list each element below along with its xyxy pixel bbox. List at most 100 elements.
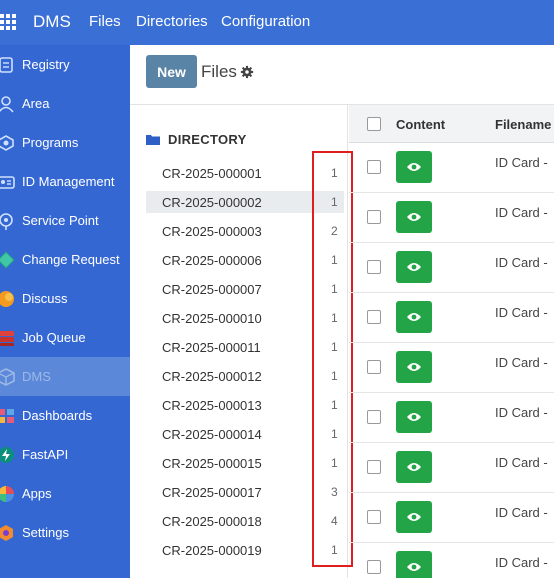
menu-directories[interactable]: Directories <box>136 13 208 30</box>
sidebar-item-label: FastAPI <box>22 447 69 462</box>
area-icon <box>0 95 14 113</box>
directory-item-name: CR-2025-000017 <box>162 484 262 500</box>
sidebar-item-id-management[interactable]: ID Management <box>0 162 130 201</box>
app-brand[interactable]: DMS <box>33 12 71 32</box>
eye-icon <box>407 313 421 321</box>
table-row[interactable]: ID Card - <box>349 143 554 193</box>
new-button[interactable]: New <box>146 55 197 88</box>
view-content-button[interactable] <box>396 251 432 283</box>
eye-icon <box>407 413 421 421</box>
view-content-button[interactable] <box>396 501 432 533</box>
view-content-button[interactable] <box>396 201 432 233</box>
sidebar-item-discuss[interactable]: Discuss <box>0 279 130 318</box>
menu-configuration[interactable]: Configuration <box>221 13 310 30</box>
sidebar-item-change-request[interactable]: Change Request <box>0 240 130 279</box>
eye-icon <box>407 263 421 271</box>
filename-cell: ID Card - <box>495 555 548 570</box>
top-navbar: DMS Files Directories Configuration <box>0 0 554 45</box>
sidebar-item-dms[interactable]: DMS <box>0 357 130 396</box>
table-row[interactable]: ID Card - <box>349 393 554 443</box>
sidebar-item-settings[interactable]: Settings <box>0 513 130 552</box>
sidebar-item-registry[interactable]: Registry <box>0 45 130 84</box>
sidebar-item-programs[interactable]: Programs <box>0 123 130 162</box>
table-row[interactable]: ID Card - <box>349 343 554 393</box>
column-header-filename[interactable]: Filename <box>495 117 551 132</box>
directory-item-name: CR-2025-000010 <box>162 310 262 326</box>
sidebar-item-area[interactable]: Area <box>0 84 130 123</box>
job-queue-icon <box>0 330 14 346</box>
sidebar-item-label: Settings <box>22 525 69 540</box>
sidebar-item-label: Discuss <box>22 291 68 306</box>
control-panel: New Files <box>130 45 554 105</box>
column-header-content[interactable]: Content <box>396 117 445 132</box>
apps-grid-icon[interactable] <box>0 14 16 30</box>
row-checkbox[interactable] <box>367 410 381 424</box>
directory-item-name: CR-2025-000014 <box>162 426 262 442</box>
eye-icon <box>407 363 421 371</box>
row-checkbox[interactable] <box>367 210 381 224</box>
programs-icon <box>0 134 14 151</box>
row-checkbox[interactable] <box>367 510 381 524</box>
select-all-checkbox[interactable] <box>367 117 381 131</box>
row-checkbox[interactable] <box>367 260 381 274</box>
sidebar-item-job-queue[interactable]: Job Queue <box>0 318 130 357</box>
breadcrumb: Files <box>201 62 237 81</box>
table-row[interactable]: ID Card - <box>349 243 554 293</box>
table-row[interactable]: ID Card - <box>349 443 554 493</box>
directory-item-name: CR-2025-000012 <box>162 368 262 384</box>
row-checkbox[interactable] <box>367 360 381 374</box>
view-content-button[interactable] <box>396 351 432 383</box>
filename-cell: ID Card - <box>495 205 548 220</box>
dashboards-icon <box>0 408 14 423</box>
filename-cell: ID Card - <box>495 155 548 170</box>
folder-icon <box>146 135 160 145</box>
view-content-button[interactable] <box>396 151 432 183</box>
directory-item-name: CR-2025-000019 <box>162 542 262 558</box>
service-point-icon <box>0 212 13 230</box>
table-row[interactable]: ID Card - <box>349 543 554 578</box>
directory-header: DIRECTORY <box>146 132 247 147</box>
sidebar-item-label: DMS <box>22 369 51 384</box>
directory-item-name: CR-2025-000007 <box>162 281 262 297</box>
sidebar-item-service-point[interactable]: Service Point <box>0 201 130 240</box>
sidebar-item-label: Service Point <box>22 213 99 228</box>
directory-item-name: CR-2025-000001 <box>162 165 262 181</box>
change-request-icon <box>0 250 15 269</box>
directory-item-name: CR-2025-000011 <box>162 339 261 355</box>
gear-icon[interactable] <box>240 65 254 79</box>
files-table: Content Filename ID Card - ID Card - ID Ca… <box>349 105 554 578</box>
discuss-icon <box>0 290 14 307</box>
filename-cell: ID Card - <box>495 455 548 470</box>
dms-icon <box>0 367 15 386</box>
sidebar-item-dashboards[interactable]: Dashboards <box>0 396 130 435</box>
sidebar-item-label: Apps <box>22 486 52 501</box>
view-content-button[interactable] <box>396 301 432 333</box>
id-card-icon <box>0 175 15 189</box>
sidebar-item-apps[interactable]: Apps <box>0 474 130 513</box>
eye-icon <box>407 163 421 171</box>
table-row[interactable]: ID Card - <box>349 293 554 343</box>
sidebar-item-label: Registry <box>22 57 70 72</box>
menu-files[interactable]: Files <box>89 13 121 30</box>
row-checkbox[interactable] <box>367 560 381 574</box>
sidebar-item-label: Area <box>22 96 50 111</box>
directory-item-name: CR-2025-000006 <box>162 252 262 268</box>
filename-cell: ID Card - <box>495 355 548 370</box>
table-row[interactable]: ID Card - <box>349 493 554 543</box>
eye-icon <box>407 463 421 471</box>
row-checkbox[interactable] <box>367 160 381 174</box>
eye-icon <box>407 513 421 521</box>
registry-icon <box>0 56 13 73</box>
row-checkbox[interactable] <box>367 460 381 474</box>
filename-cell: ID Card - <box>495 505 548 520</box>
eye-icon <box>407 213 421 221</box>
table-row[interactable]: ID Card - <box>349 193 554 243</box>
view-content-button[interactable] <box>396 401 432 433</box>
sidebar-item-label: Programs <box>22 135 79 150</box>
view-content-button[interactable] <box>396 451 432 483</box>
sidebar-item-fastapi[interactable]: FastAPI <box>0 435 130 474</box>
view-content-button[interactable] <box>396 551 432 578</box>
directory-item-name: CR-2025-000003 <box>162 223 262 239</box>
row-checkbox[interactable] <box>367 310 381 324</box>
fastapi-icon <box>0 446 14 463</box>
